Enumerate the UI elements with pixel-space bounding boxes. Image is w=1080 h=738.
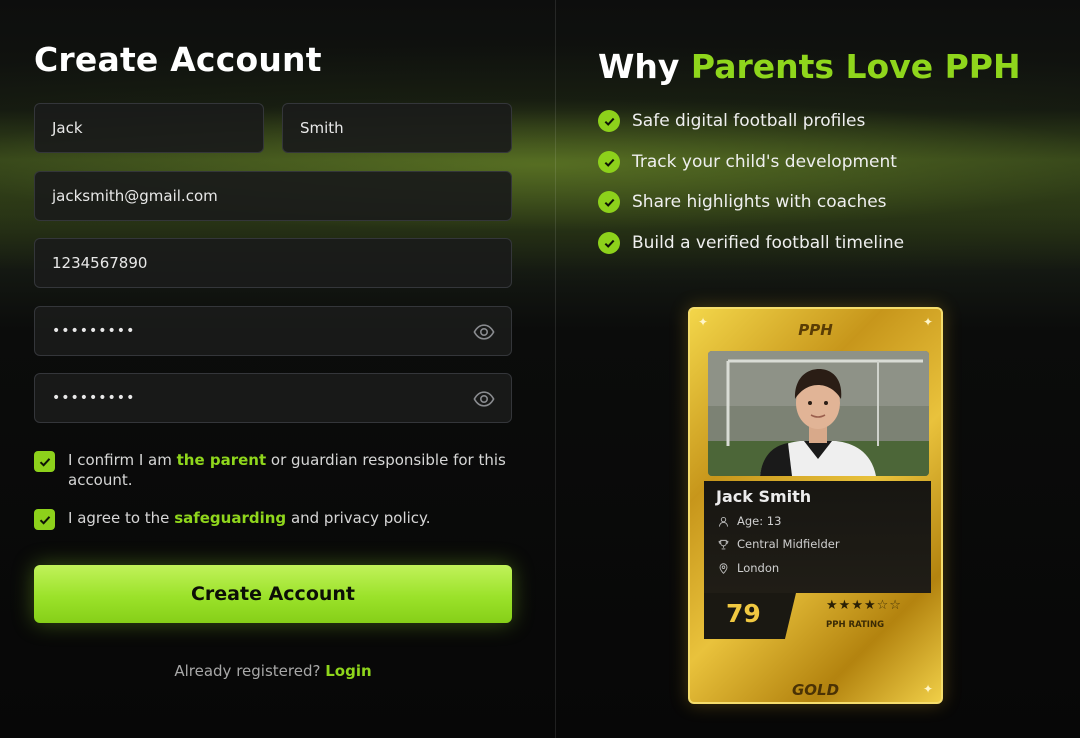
password-field[interactable]: ••••••••• (34, 306, 512, 356)
safeguarding-link[interactable]: safeguarding (174, 509, 286, 527)
confirm-parent-row: I confirm I am the parent or guardian re… (34, 450, 512, 490)
last-name-value: Smith (300, 119, 344, 137)
phone-field[interactable]: 1234567890 (34, 238, 512, 288)
card-tier: GOLD (791, 681, 840, 699)
login-prompt: Already registered? Login (34, 662, 512, 680)
player-name: Jack Smith (716, 487, 812, 506)
confirm-parent-checkbox[interactable] (34, 451, 55, 472)
login-link[interactable]: Login (325, 662, 371, 680)
email-field[interactable]: jacksmith@gmail.com (34, 171, 512, 221)
eye-icon[interactable] (473, 321, 495, 343)
person-icon (718, 516, 729, 527)
password-value: ••••••••• (52, 323, 136, 339)
confirm-password-value: ••••••••• (52, 390, 136, 406)
create-account-button[interactable]: Create Account (34, 565, 512, 623)
player-card: ✦ ✦ PPH Jack Smith Age: 13 Central Midfi… (688, 307, 943, 704)
feature-label: Safe digital football profiles (632, 111, 866, 131)
confirm-password-field[interactable]: ••••••••• (34, 373, 512, 423)
features-heading: Why Parents Love PPH (598, 47, 1021, 86)
column-divider (555, 0, 556, 738)
feature-item: Track your child's development (598, 151, 897, 173)
star-rating: ★★★★☆☆ (826, 598, 902, 613)
agree-policy-row: I agree to the safeguarding and privacy … (34, 508, 431, 530)
agree-policy-after: and privacy policy. (286, 509, 431, 527)
star-icon: ★ (851, 598, 864, 613)
rating-box: 79 (704, 593, 796, 639)
player-rating: 79 (726, 599, 761, 628)
feature-label: Track your child's development (632, 152, 897, 172)
confirm-parent-text: I confirm I am the parent or guardian re… (68, 450, 508, 490)
sparkle-icon: ✦ (922, 682, 933, 696)
feature-item: Safe digital football profiles (598, 110, 865, 132)
player-photo (708, 351, 929, 476)
star-empty-icon: ☆ (876, 598, 890, 613)
star-empty-icon: ☆ (889, 598, 902, 613)
player-location-text: London (737, 561, 780, 575)
star-icon: ★ (838, 598, 852, 613)
player-age: Age: 13 (718, 514, 781, 528)
player-location: London (718, 561, 779, 575)
player-position-text: Central Midfielder (737, 537, 840, 551)
star-icon: ★ (826, 598, 839, 613)
feature-item: Build a verified football timeline (598, 232, 904, 254)
eye-icon[interactable] (473, 388, 495, 410)
the-parent-link[interactable]: the parent (177, 451, 267, 469)
feature-item: Share highlights with coaches (598, 191, 887, 213)
star-icon: ★ (863, 598, 877, 613)
feature-label: Share highlights with coaches (632, 192, 887, 212)
first-name-value: Jack (52, 119, 83, 137)
last-name-field[interactable]: Smith (282, 103, 512, 153)
form-title: Create Account (34, 40, 322, 79)
check-icon (39, 457, 50, 467)
check-icon (39, 515, 50, 525)
confirm-parent-before: I confirm I am (68, 451, 177, 469)
email-value: jacksmith@gmail.com (52, 187, 218, 205)
agree-policy-text: I agree to the safeguarding and privacy … (68, 508, 431, 528)
login-prompt-text: Already registered? (174, 662, 321, 680)
trophy-icon (718, 539, 729, 549)
player-position: Central Midfielder (718, 537, 840, 551)
first-name-field[interactable]: Jack (34, 103, 264, 153)
check-circle-icon (598, 232, 620, 254)
location-pin-icon (719, 562, 728, 574)
agree-policy-before: I agree to the (68, 509, 175, 527)
check-circle-icon (598, 151, 620, 173)
features-heading-prefix: Why (598, 47, 691, 86)
card-brand: PPH (798, 321, 833, 339)
check-circle-icon (598, 191, 620, 213)
agree-policy-checkbox[interactable] (34, 509, 55, 530)
check-circle-icon (598, 110, 620, 132)
player-age-text: Age: 13 (737, 514, 782, 528)
phone-value: 1234567890 (52, 254, 148, 272)
feature-label: Build a verified football timeline (632, 233, 905, 253)
player-details: Jack Smith Age: 13 Central Midfielder Lo… (704, 481, 931, 593)
features-heading-highlight: Parents Love PPH (690, 47, 1021, 86)
rating-label: PPH RATING (826, 620, 885, 630)
